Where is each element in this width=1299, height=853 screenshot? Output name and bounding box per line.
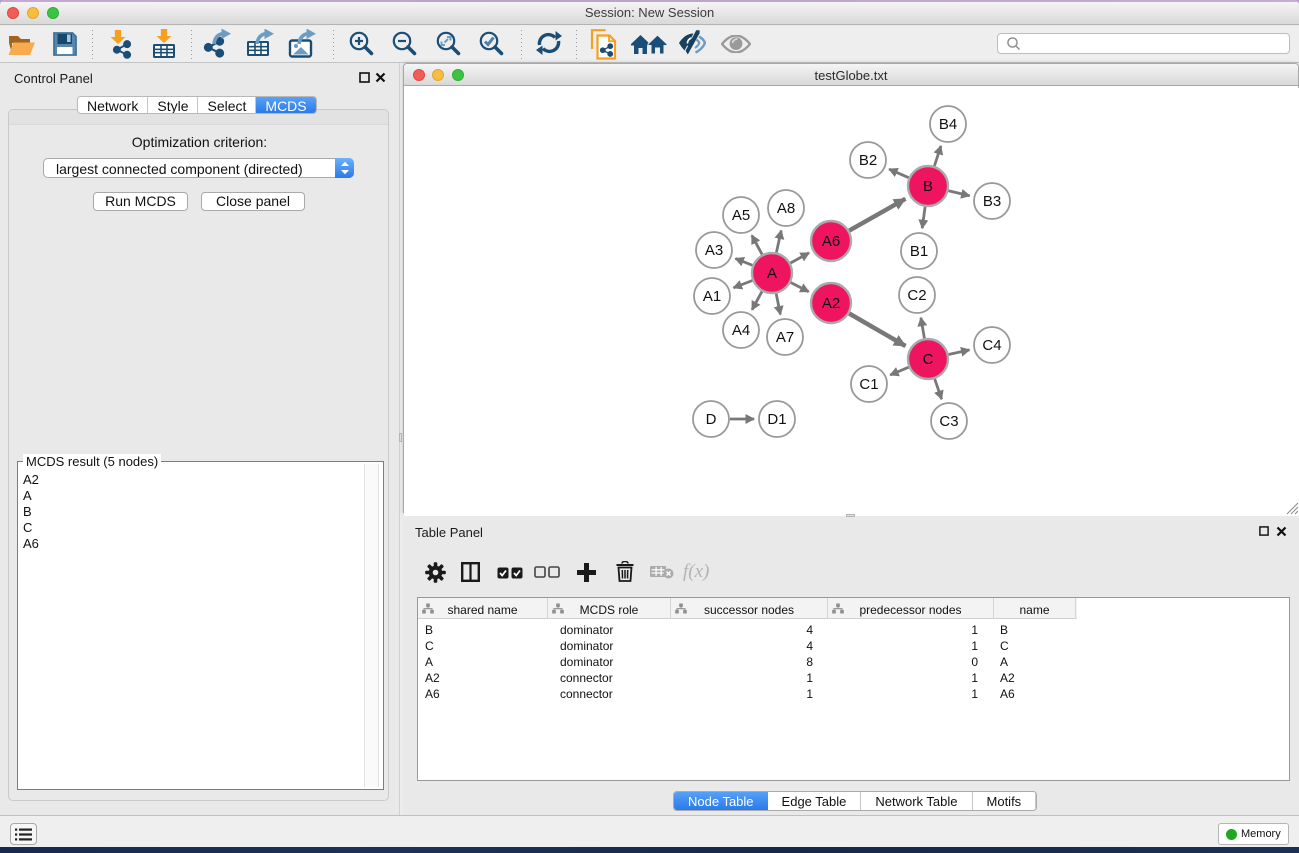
svg-text:A1: A1 xyxy=(703,288,721,305)
svg-text:C1: C1 xyxy=(859,376,878,393)
svg-text:A2: A2 xyxy=(822,295,840,312)
svg-text:A3: A3 xyxy=(705,242,723,259)
svg-text:A5: A5 xyxy=(732,207,750,224)
svg-text:B2: B2 xyxy=(859,152,877,169)
svg-text:B1: B1 xyxy=(910,243,928,260)
svg-text:B: B xyxy=(923,178,933,195)
svg-text:C2: C2 xyxy=(907,287,926,304)
svg-text:A: A xyxy=(767,265,777,282)
svg-text:B4: B4 xyxy=(939,116,957,133)
svg-text:A8: A8 xyxy=(777,200,795,217)
svg-text:D1: D1 xyxy=(767,411,786,428)
svg-text:C: C xyxy=(923,351,934,368)
svg-text:A4: A4 xyxy=(732,322,750,339)
svg-text:A7: A7 xyxy=(776,329,794,346)
svg-text:B3: B3 xyxy=(983,193,1001,210)
svg-text:C3: C3 xyxy=(939,413,958,430)
svg-text:C4: C4 xyxy=(982,337,1001,354)
svg-text:A6: A6 xyxy=(822,233,840,250)
svg-text:D: D xyxy=(706,411,717,428)
